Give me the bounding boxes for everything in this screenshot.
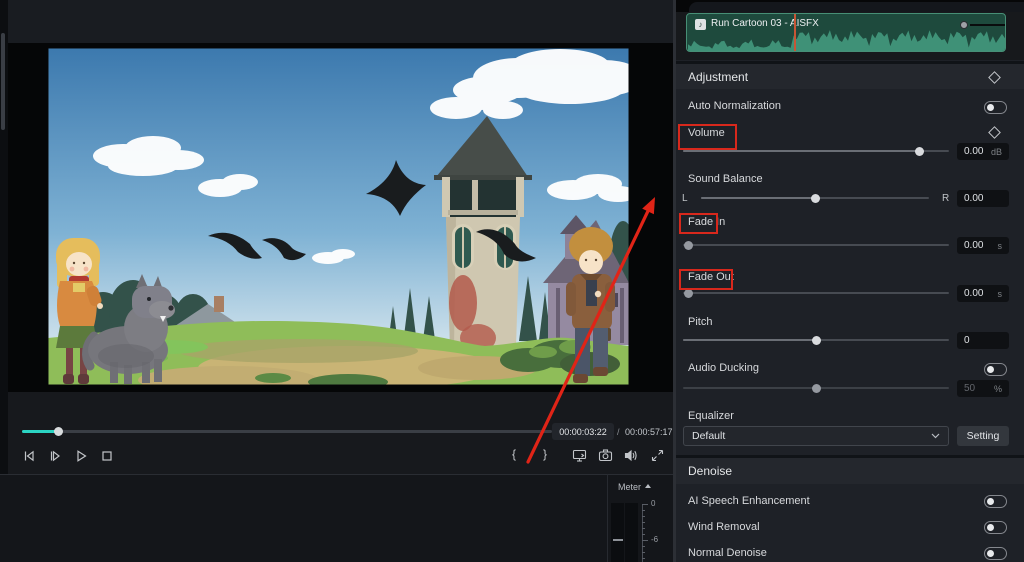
mark-in-button[interactable]: { xyxy=(512,446,516,462)
volume-keyframe-icon[interactable] xyxy=(988,126,1001,139)
annotation-highlight-volume xyxy=(678,124,737,150)
mirror-display-icon[interactable] xyxy=(572,448,588,464)
fade-in-slider[interactable] xyxy=(683,240,949,250)
audio-clip[interactable]: ♪ Run Cartoon 03 - AISFX xyxy=(686,13,1006,52)
auto-normalization-label: Auto Normalization xyxy=(688,100,781,112)
clip-volume-handle[interactable] xyxy=(960,21,968,29)
clip-strip: ♪ Run Cartoon 03 - AISFX xyxy=(676,12,1024,60)
denoise-header[interactable]: Denoise xyxy=(676,458,1024,484)
auto-normalization-toggle[interactable] xyxy=(984,101,1007,114)
sound-balance-label: Sound Balance xyxy=(688,173,763,185)
panel-tab xyxy=(689,2,1024,12)
seek-handle[interactable] xyxy=(54,427,63,436)
pitch-value[interactable]: 0 xyxy=(957,332,1009,349)
annotation-highlight-fade-in xyxy=(679,213,718,234)
audio-ducking-toggle[interactable] xyxy=(984,363,1007,376)
right-panel-topbar xyxy=(676,0,1024,12)
snapshot-icon[interactable] xyxy=(598,448,614,464)
next-frame-button[interactable] xyxy=(47,448,63,464)
audio-ducking-handle[interactable] xyxy=(811,383,821,393)
preview-panel: 00:00:03:22 / 00:00:57:17 { } xyxy=(0,0,673,474)
normal-denoise-toggle[interactable] xyxy=(984,547,1007,560)
normal-denoise-label: Normal Denoise xyxy=(688,547,767,559)
scrollbar-thumb[interactable] xyxy=(1,33,5,130)
equalizer-setting-button[interactable]: Setting xyxy=(957,426,1009,446)
previous-frame-button[interactable] xyxy=(21,448,37,464)
clip-title: Run Cartoon 03 - AISFX xyxy=(711,18,819,29)
sound-balance-handle[interactable] xyxy=(810,193,820,203)
time-separator: / xyxy=(617,427,620,437)
meter-scale-label: 0 xyxy=(651,499,656,508)
music-note-icon: ♪ xyxy=(695,19,706,30)
speaker-icon[interactable] xyxy=(624,448,640,464)
video-frame[interactable] xyxy=(48,48,629,385)
meter-bar-left xyxy=(611,503,624,562)
meter-scale-label: -6 xyxy=(651,535,659,544)
mark-out-button[interactable]: } xyxy=(543,446,547,462)
left-rail xyxy=(0,0,8,474)
wind-removal-toggle[interactable] xyxy=(984,521,1007,534)
audio-meter-panel: Meter 0 -6 xyxy=(607,474,673,562)
balance-right-label: R xyxy=(942,193,950,204)
audio-ducking-slider[interactable] xyxy=(683,383,949,393)
seek-bar[interactable] xyxy=(22,430,552,433)
volume-slider-handle[interactable] xyxy=(914,146,924,156)
current-time: 00:00:03:22 xyxy=(552,423,614,440)
total-duration: 00:00:57:17 xyxy=(625,427,673,437)
fade-in-value[interactable]: 0.00 s xyxy=(957,237,1009,254)
audio-ducking-label: Audio Ducking xyxy=(688,362,759,374)
balance-left-label: L xyxy=(682,193,688,204)
ai-speech-enhancement-label: AI Speech Enhancement xyxy=(688,495,810,507)
keyframe-diamond-icon[interactable] xyxy=(988,71,1001,84)
app-window: 00:00:03:22 / 00:00:57:17 { } Meter 0 -6… xyxy=(0,0,1024,562)
wind-removal-label: Wind Removal xyxy=(688,521,760,533)
adjustment-header[interactable]: Adjustment xyxy=(676,64,1024,89)
meter-peak-indicator xyxy=(613,539,623,541)
timeline-panel: 0 00:00:04:0500:00:04:1500:00:05:0000:00… xyxy=(0,474,607,562)
equalizer-label: Equalizer xyxy=(688,410,734,422)
audio-ducking-value: 50% xyxy=(957,380,1009,397)
fade-in-handle[interactable] xyxy=(684,240,693,250)
volume-value[interactable]: 0.00 dB xyxy=(957,143,1009,160)
pitch-handle[interactable] xyxy=(811,335,821,345)
ai-speech-enhancement-toggle[interactable] xyxy=(984,495,1007,508)
pitch-label: Pitch xyxy=(688,316,713,328)
equalizer-dropdown[interactable]: Default xyxy=(683,426,949,446)
fullscreen-icon[interactable] xyxy=(650,448,666,464)
clip-playhead xyxy=(794,14,796,51)
meter-scale: 0 -6 xyxy=(642,475,672,562)
meter-bar-right xyxy=(625,503,638,562)
fade-out-slider[interactable] xyxy=(683,288,949,298)
pitch-slider[interactable] xyxy=(683,335,949,345)
fade-out-value[interactable]: 0.00 s xyxy=(957,285,1009,302)
play-button[interactable] xyxy=(73,448,89,464)
stop-button[interactable] xyxy=(99,448,115,464)
annotation-highlight-fade-out xyxy=(679,269,733,290)
sound-balance-value[interactable]: 0.00 xyxy=(957,190,1009,207)
chevron-down-icon xyxy=(931,433,940,439)
preview-header xyxy=(8,0,673,43)
clip-volume-line xyxy=(970,24,1005,26)
volume-slider[interactable] xyxy=(683,146,949,156)
sound-balance-slider[interactable] xyxy=(701,193,929,203)
